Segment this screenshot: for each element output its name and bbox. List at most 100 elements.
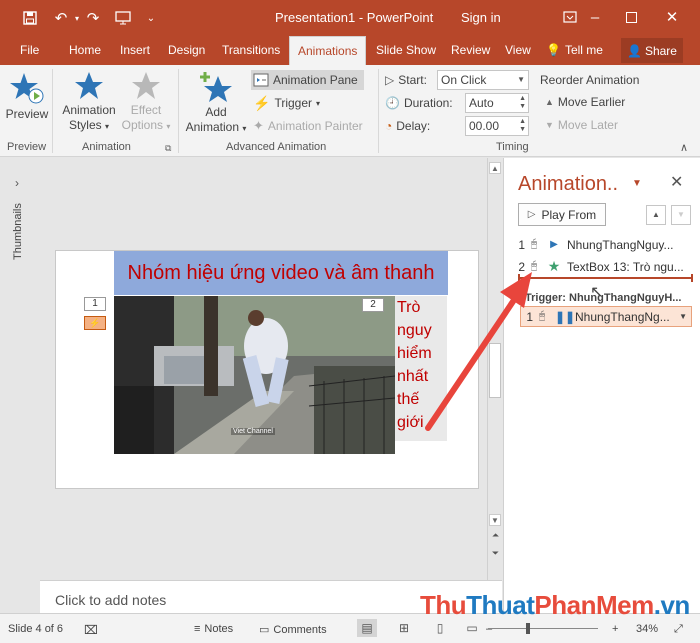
zoom-slider[interactable]	[488, 628, 598, 629]
thumbnails-label[interactable]: Thumbnails	[12, 203, 24, 260]
move-later-button[interactable]: ▼ Move Later	[545, 115, 618, 135]
tab-design[interactable]: Design	[168, 36, 205, 65]
scroll-up-icon[interactable]: ▲	[489, 162, 501, 174]
mouse-click-icon: 🖰	[530, 238, 538, 250]
tell-me-box[interactable]: 💡 Tell me	[546, 36, 603, 65]
chevron-right-icon[interactable]: ›	[15, 176, 19, 190]
lightning-icon: ⚡	[253, 94, 271, 111]
spinner-icon[interactable]: ▲ ▼	[519, 118, 526, 134]
sign-in-link[interactable]: Sign in	[461, 10, 501, 25]
tab-slide-show[interactable]: Slide Show	[376, 36, 436, 65]
thumbnails-panel[interactable]: › Thumbnails	[0, 158, 40, 613]
reading-view-icon[interactable]: ▯	[430, 619, 450, 637]
duration-field[interactable]: Auto ▲ ▼	[465, 93, 529, 113]
zoom-in-icon[interactable]: +	[612, 623, 618, 635]
side-text-line: Trò	[397, 299, 421, 316]
pane-options-icon[interactable]: ▼	[632, 178, 642, 189]
group-label-preview: Preview	[7, 141, 47, 153]
drop-indicator	[518, 274, 693, 282]
scroll-thumb[interactable]	[489, 343, 501, 398]
effect-options-label-2: Options	[121, 118, 163, 132]
vertical-scrollbar[interactable]: ▲ ▼ ⏶ ⏷	[487, 158, 502, 580]
tab-file[interactable]: File	[20, 36, 39, 65]
lightbulb-icon: 💡	[546, 43, 561, 57]
triangle-up-icon: ▲	[545, 97, 554, 107]
delay-clock-icon: ◔	[385, 119, 393, 133]
slide-title[interactable]: Nhóm hiệu ứng video và âm thanh	[114, 251, 448, 295]
clock-icon: 🕘	[385, 96, 400, 110]
add-animation-button[interactable]: Add Animation ▾	[183, 71, 249, 136]
delay-label: Delay:	[396, 119, 431, 133]
animation-pane: Animation.. ▼ ✕ ▷ Play From ▲ ▼ 1 🖰 ▶ Nh…	[503, 158, 700, 613]
scroll-down-icon[interactable]: ▼	[489, 514, 501, 526]
painter-star-icon: ✦	[253, 118, 264, 133]
effect-options-button[interactable]: Effect Options ▾	[120, 71, 172, 134]
redo-icon[interactable]: ↷	[82, 8, 104, 28]
trigger-label: Trigger	[274, 96, 313, 110]
zoom-slider-thumb[interactable]	[526, 623, 530, 634]
previous-slide-icon[interactable]: ⏶	[490, 530, 501, 541]
maximize-icon[interactable]	[619, 6, 643, 28]
fit-slide-icon[interactable]: ⤢	[674, 623, 683, 636]
collapse-ribbon-icon[interactable]: ∧	[680, 141, 688, 154]
tab-transitions[interactable]: Transitions	[222, 36, 280, 65]
preview-button[interactable]: Preview	[4, 71, 50, 122]
watermark-part: .vn	[653, 590, 691, 620]
video-object[interactable]: Viet Channel 2	[114, 296, 395, 454]
ribbon-display-icon[interactable]	[558, 6, 582, 28]
save-icon[interactable]	[19, 8, 41, 28]
delay-field[interactable]: 00.00 ▲ ▼	[465, 116, 529, 136]
comments-toggle[interactable]: ▭ Comments	[259, 623, 327, 637]
notes-placeholder[interactable]: Click to add notes	[55, 592, 166, 608]
tab-view[interactable]: View	[505, 36, 531, 65]
animation-painter-label: Animation Painter	[267, 119, 363, 133]
tab-insert[interactable]: Insert	[120, 36, 150, 65]
animation-styles-button[interactable]: Animation Styles ▾	[58, 71, 120, 134]
normal-view-icon[interactable]: ▤	[357, 619, 377, 637]
animation-painter-button[interactable]: ✦ Animation Painter	[253, 116, 363, 136]
tab-home[interactable]: Home	[69, 36, 101, 65]
animation-item[interactable]: 2 🖰 ★ TextBox 13: Trò ngu...	[513, 256, 697, 277]
start-row: ▷ Start:	[385, 70, 427, 90]
animation-item-name: NhungThangNg...	[575, 309, 670, 324]
delay-row: ◔ Delay:	[385, 116, 430, 136]
share-button[interactable]: 👤 Share	[621, 38, 683, 63]
close-icon[interactable]: ✕	[660, 6, 684, 28]
window-title: Presentation1 - PowerPoint	[275, 10, 434, 25]
move-earlier-button[interactable]: ▲ Move Earlier	[545, 92, 625, 112]
minimize-icon[interactable]: –	[583, 6, 607, 28]
slide-sorter-icon[interactable]: ⊞	[394, 619, 414, 637]
zoom-level[interactable]: 34%	[636, 623, 658, 635]
move-down-icon[interactable]: ▼	[671, 205, 691, 225]
animation-pane-button[interactable]: Animation Pane	[251, 70, 364, 90]
tab-review[interactable]: Review	[451, 36, 490, 65]
play-from-button[interactable]: ▷ Play From	[518, 203, 606, 226]
spinner-icon[interactable]: ▲ ▼	[519, 95, 526, 111]
move-up-icon[interactable]: ▲	[646, 205, 666, 225]
animation-item[interactable]: 1 🖰 ▶ NhungThangNguy...	[513, 234, 697, 255]
present-icon[interactable]	[112, 8, 134, 28]
animation-order-tag[interactable]: 2	[362, 298, 384, 312]
comment-icon: ▭	[259, 624, 270, 636]
close-pane-icon[interactable]: ✕	[670, 172, 683, 192]
spell-check-icon[interactable]: ⌧	[84, 623, 98, 637]
chevron-down-icon[interactable]: ▼	[679, 312, 687, 321]
animation-order-tag[interactable]: 1	[84, 297, 106, 311]
tab-animations[interactable]: Animations	[289, 36, 367, 65]
start-select[interactable]: On Click ▼	[437, 70, 529, 90]
trigger-lightning-icon[interactable]: ⚡	[84, 316, 106, 330]
move-later-label: Move Later	[557, 118, 618, 132]
trigger-button[interactable]: ⚡ Trigger ▾	[253, 93, 320, 113]
group-label-advanced: Advanced Animation	[226, 141, 327, 153]
notes-toggle[interactable]: ≡ Notes	[194, 623, 233, 635]
trigger-animation-item[interactable]: 1 🖰 ❚❚ NhungThangNg... ▼	[520, 306, 692, 327]
side-text-line: nguy	[397, 322, 432, 339]
next-slide-icon[interactable]: ⏷	[490, 548, 501, 559]
animation-pane-label: Animation Pane	[273, 73, 358, 87]
side-textbox[interactable]: Trò nguy hiểm nhất thế giới	[395, 296, 447, 441]
slideshow-view-icon[interactable]: ▭	[462, 619, 482, 637]
dialog-launcher-icon[interactable]: ⧉	[165, 143, 171, 154]
tell-me-label: Tell me	[564, 43, 603, 57]
zoom-out-icon[interactable]: –	[486, 623, 492, 635]
customize-qat-icon[interactable]: ⌄	[140, 8, 162, 28]
